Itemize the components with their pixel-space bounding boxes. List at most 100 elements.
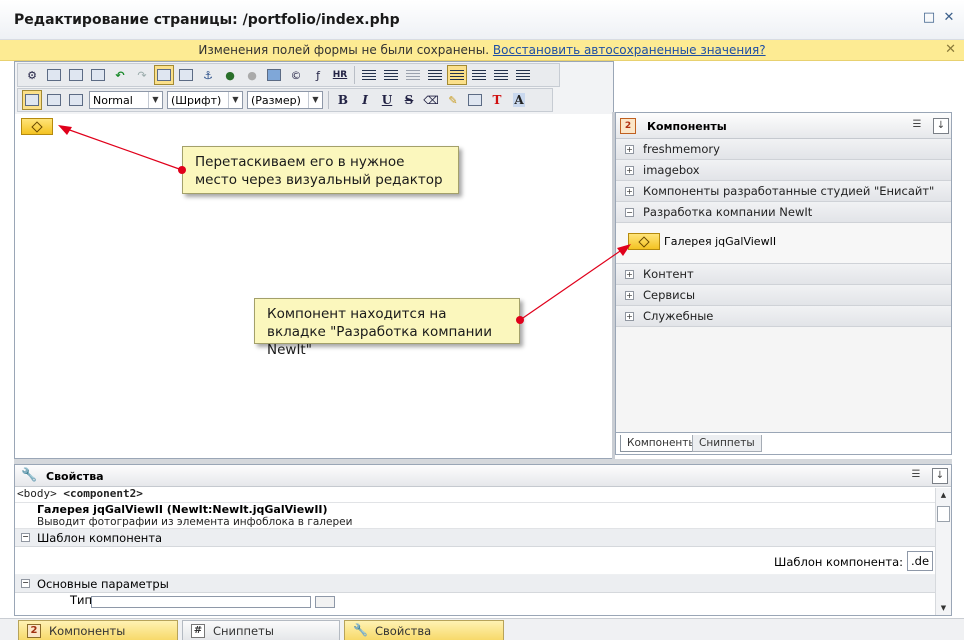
- type-row: Тип: [15, 593, 951, 608]
- toolbar-row-1: ⚙ ↶ ↷ ⚓ ● ● © ƒ HR: [17, 63, 560, 87]
- page-properties-icon[interactable]: [66, 65, 86, 85]
- size-select[interactable]: (Размер) ▼: [247, 91, 323, 109]
- group-system[interactable]: + Служебные: [616, 306, 951, 327]
- expand-icon: +: [625, 311, 634, 321]
- italic-button[interactable]: I: [355, 90, 375, 110]
- style-select[interactable]: Normal ▼: [89, 91, 163, 109]
- template-icon[interactable]: [44, 65, 64, 85]
- section-template[interactable]: − Шаблон компонента: [15, 529, 951, 547]
- grid-icon[interactable]: [176, 65, 196, 85]
- collapse-icon: −: [21, 578, 30, 588]
- template-select[interactable]: .de: [907, 551, 933, 571]
- component-chip: [628, 233, 660, 250]
- hr-icon[interactable]: HR: [330, 65, 350, 85]
- component-description: Выводит фотографии из элемента инфоблока…: [37, 516, 353, 528]
- expand-icon: +: [625, 290, 634, 300]
- group-freshmemory[interactable]: + freshmemory: [616, 139, 951, 160]
- eraser-icon[interactable]: ⌫: [421, 90, 441, 110]
- properties-scrollbar[interactable]: ▲ ▼: [935, 488, 951, 615]
- indent-icon[interactable]: [425, 65, 445, 85]
- font-select[interactable]: (Шрифт) ▼: [167, 91, 243, 109]
- undo-icon[interactable]: ↶: [110, 65, 130, 85]
- restore-autosave-link[interactable]: Восстановить автосохраненные значения?: [493, 43, 766, 57]
- crumb-component[interactable]: <component2>: [63, 487, 142, 500]
- code-mode-icon[interactable]: [44, 90, 64, 110]
- text-color-button[interactable]: T: [487, 90, 507, 110]
- align-justify-icon[interactable]: [513, 65, 533, 85]
- scroll-thumb[interactable]: [937, 506, 950, 522]
- type-label: Тип: [70, 593, 93, 607]
- brush-icon[interactable]: ✎: [443, 90, 463, 110]
- type-button[interactable]: [315, 596, 335, 608]
- close-button[interactable]: ✕: [940, 9, 958, 27]
- properties-title: Свойства: [46, 470, 104, 483]
- collapse-icon: −: [625, 207, 634, 217]
- wysiwyg-mode-icon[interactable]: [22, 90, 42, 110]
- underline-button[interactable]: U: [377, 90, 397, 110]
- bottom-tab-snippets[interactable]: # Сниппеты: [182, 620, 340, 640]
- group-content[interactable]: + Контент: [616, 264, 951, 285]
- restore-button[interactable]: □: [920, 9, 938, 27]
- collapse-panel-icon[interactable]: ↓: [932, 468, 948, 484]
- placed-component-chip[interactable]: [21, 118, 53, 135]
- warning-message: Изменения полей формы не были сохранены.: [198, 43, 490, 57]
- type-select[interactable]: [91, 596, 311, 608]
- settings-icon[interactable]: ⚙: [22, 65, 42, 85]
- ordered-list-icon[interactable]: [359, 65, 379, 85]
- table-icon[interactable]: [154, 65, 174, 85]
- list-view-icon[interactable]: ☰: [909, 118, 925, 134]
- warning-close-icon[interactable]: ✕: [945, 42, 956, 57]
- split-mode-icon[interactable]: [66, 90, 86, 110]
- scroll-down-icon[interactable]: ▼: [936, 601, 951, 615]
- template-label: Шаблон компонента:: [774, 555, 903, 569]
- components-panel: 2 Компоненты ☰ ↓ + freshmemory + imagebox …: [615, 112, 952, 455]
- properties-panel: 🔧 Свойства ☰ ↓ <body> <component2> Галер…: [14, 464, 952, 616]
- unordered-list-icon[interactable]: [381, 65, 401, 85]
- paste-icon[interactable]: [465, 90, 485, 110]
- chevron-down-icon: ▼: [228, 92, 242, 108]
- strike-button[interactable]: S: [399, 90, 419, 110]
- scroll-up-icon[interactable]: ▲: [936, 488, 951, 502]
- editor-toolbar: ⚙ ↶ ↷ ⚓ ● ● © ƒ HR Normal ▼ (Шрифт) ▼ (Р…: [15, 62, 613, 114]
- chevron-down-icon: ▼: [308, 92, 322, 108]
- bold-button[interactable]: B: [333, 90, 353, 110]
- properties-header: 🔧 Свойства ☰ ↓: [15, 465, 951, 487]
- unlink-icon[interactable]: ●: [242, 65, 262, 85]
- component-diamond-icon: [31, 120, 43, 133]
- chevron-down-icon: ▼: [148, 92, 162, 108]
- group-imagebox[interactable]: + imagebox: [616, 160, 951, 181]
- link-icon[interactable]: ●: [220, 65, 240, 85]
- bottom-tab-components[interactable]: 2 Компоненты: [18, 620, 178, 640]
- redo-icon[interactable]: ↷: [132, 65, 152, 85]
- group-services[interactable]: + Сервисы: [616, 285, 951, 306]
- copyright-icon[interactable]: ©: [286, 65, 306, 85]
- anchor-icon[interactable]: ⚓: [198, 65, 218, 85]
- bottom-tab-properties[interactable]: 🔧 Свойства: [344, 620, 504, 640]
- collapse-panel-icon[interactable]: ↓: [933, 118, 949, 134]
- flash-icon[interactable]: ƒ: [308, 65, 328, 85]
- group-enisite[interactable]: + Компоненты разработанные студией "Ениса…: [616, 181, 951, 202]
- unsaved-warning-bar: Изменения полей формы не были сохранены.…: [0, 40, 964, 61]
- outdent-icon[interactable]: [403, 65, 423, 85]
- bg-color-button[interactable]: A: [509, 90, 529, 110]
- component-name: Галерея jqGalViewII (NewIt:NewIt.jqGalVi…: [37, 503, 328, 516]
- tab-snippets[interactable]: Сниппеты: [692, 435, 762, 452]
- expand-icon: +: [625, 165, 634, 175]
- expand-icon: +: [625, 144, 634, 154]
- align-right-icon[interactable]: [491, 65, 511, 85]
- list-view-icon[interactable]: ☰: [908, 468, 924, 484]
- toolbar-row-2: Normal ▼ (Шрифт) ▼ (Размер) ▼ B I U S ⌫ ✎ T…: [17, 88, 553, 112]
- group-newit-body: Галерея jqGalViewII: [616, 223, 951, 264]
- image-icon[interactable]: [264, 65, 284, 85]
- components-icon: 2: [27, 623, 41, 638]
- expand-icon: +: [625, 186, 634, 196]
- align-center-icon[interactable]: [469, 65, 489, 85]
- component-jqgalview[interactable]: Галерея jqGalViewII: [628, 233, 776, 250]
- snippet-icon[interactable]: [88, 65, 108, 85]
- group-newit[interactable]: − Разработка компании NewIt: [616, 202, 951, 223]
- component-diamond-icon: [638, 235, 650, 248]
- align-left-icon[interactable]: [447, 65, 467, 85]
- crumb-body[interactable]: <body>: [17, 487, 57, 500]
- section-main-params[interactable]: − Основные параметры: [15, 575, 951, 593]
- bottom-tabs: 2 Компоненты # Сниппеты 🔧 Свойства: [0, 618, 964, 640]
